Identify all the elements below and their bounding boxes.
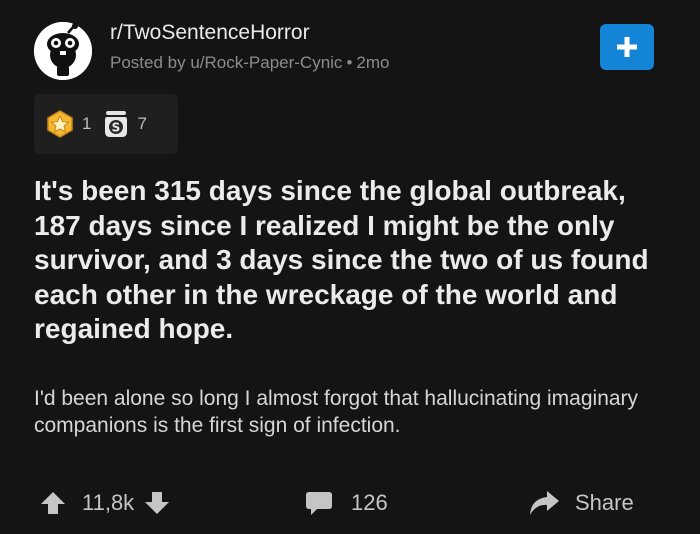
award-silver[interactable]: S 7 (103, 110, 147, 138)
upvote-button[interactable] (40, 490, 66, 516)
comments-button[interactable]: 126 (305, 480, 388, 526)
post-actions: 11,8k 126 Share (0, 480, 700, 530)
award-gold-count: 1 (82, 114, 92, 133)
snoo-avatar-icon (34, 22, 92, 80)
gold-award-icon (47, 110, 73, 138)
post-meta: Posted by u/Rock-Paper-Cynic • 2mo (110, 53, 389, 73)
share-label: Share (575, 490, 634, 515)
vote-group: 11,8k (40, 480, 170, 526)
posted-by[interactable]: Posted by u/Rock-Paper-Cynic (110, 53, 342, 72)
vote-count: 11,8k (82, 490, 135, 515)
share-arrow-icon (530, 491, 559, 515)
post-age: 2mo (356, 53, 390, 72)
downvote-arrow-icon (145, 492, 170, 514)
post-title[interactable]: It's been 315 days since the global outb… (34, 174, 664, 347)
comment-icon (306, 492, 332, 515)
comment-count: 126 (351, 490, 388, 515)
silver-award-icon: S (105, 111, 128, 137)
meta-separator: • (346, 53, 353, 72)
upvote-arrow-icon (41, 492, 65, 514)
award-silver-count: 7 (137, 114, 147, 133)
downvote-button[interactable] (144, 490, 170, 516)
subreddit-avatar[interactable] (34, 22, 92, 80)
post-body: I'd been alone so long I almost forgot t… (34, 387, 639, 437)
plus-icon (617, 37, 637, 57)
awards-bar[interactable]: 1 S 7 (34, 94, 178, 154)
subreddit-name[interactable]: r/TwoSentenceHorror (110, 21, 310, 45)
share-button[interactable]: Share (528, 480, 634, 526)
svg-text:S: S (112, 121, 121, 135)
award-gold[interactable]: 1 (46, 110, 91, 138)
join-button[interactable] (600, 24, 654, 70)
post-header: r/TwoSentenceHorror Posted by u/Rock-Pap… (30, 18, 670, 82)
